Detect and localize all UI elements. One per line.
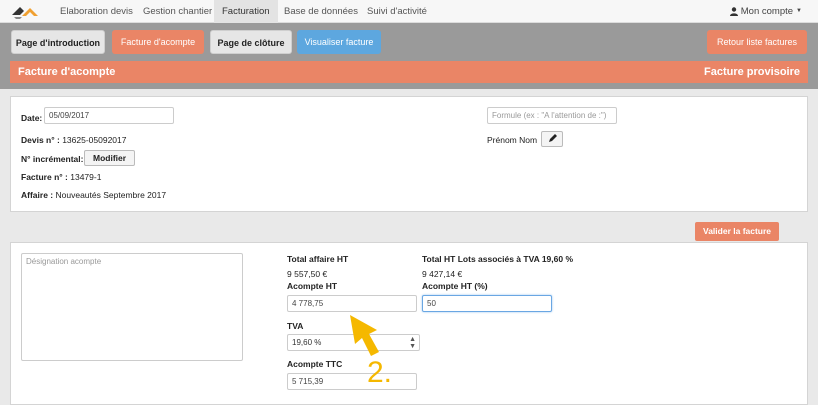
nav-tab-gestion-chantier[interactable]: Gestion chantier (135, 0, 220, 23)
pencil-icon (549, 134, 557, 142)
invoice-header-panel: Date: 05/09/2017 Devis n° : 13625-050920… (10, 96, 808, 212)
tva-selected-value: 19,60 % (292, 338, 322, 347)
page-introduction-button[interactable]: Page d'introduction (11, 30, 105, 54)
tva-label: TVA (287, 321, 304, 331)
user-icon (729, 7, 738, 16)
date-input[interactable]: 05/09/2017 (44, 107, 174, 124)
affaire-row: Affaire : Nouveautés Septembre 2017 (21, 190, 167, 200)
retour-liste-factures-button[interactable]: Retour liste factures (707, 30, 807, 54)
top-navbar: Elaboration devis Gestion chantier Factu… (0, 0, 818, 23)
formule-input[interactable]: Formule (ex : "A l'attention de :") (487, 107, 617, 124)
nav-tab-facturation[interactable]: Facturation (214, 0, 278, 23)
account-menu[interactable]: Mon compte ▼ (729, 0, 802, 23)
facture-acompte-button[interactable]: Facture d'acompte (112, 30, 204, 54)
total-lots-label: Total HT Lots associés à TVA 19,60 % (422, 254, 574, 264)
modifier-button[interactable]: Modifier (84, 150, 136, 166)
page-title-bar: Facture d'acompte Facture provisoire (10, 61, 808, 83)
annotation-number: 2. (367, 356, 392, 387)
facture-status: Facture provisoire (704, 66, 800, 78)
chevron-down-icon: ▼ (796, 8, 802, 14)
prenom-nom-label: Prénom Nom (487, 135, 538, 145)
total-affaire-label: Total affaire HT (287, 254, 349, 264)
edit-name-button[interactable] (541, 131, 563, 147)
app-logo-icon[interactable] (10, 3, 40, 20)
total-affaire-value: 9 557,50 € (287, 269, 328, 279)
nav-tab-elaboration-devis[interactable]: Elaboration devis (52, 0, 141, 23)
devis-row: Devis n° : 13625-05092017 (21, 135, 127, 145)
acompte-ht-label: Acompte HT (287, 281, 338, 291)
valider-facture-button[interactable]: Valider la facture (695, 222, 780, 241)
account-label: Mon compte (740, 6, 794, 17)
acompte-pct-input[interactable]: 50 (422, 295, 552, 312)
annotation-arrow-icon: 2. (350, 315, 392, 387)
nav-tab-suivi-activite[interactable]: Suivi d'activité (359, 0, 435, 23)
designation-textarea[interactable]: Désignation acompte (21, 253, 243, 361)
page-cloture-button[interactable]: Page de clôture (210, 30, 292, 54)
acompte-pct-label: Acompte HT (%) (422, 281, 488, 291)
total-lots-value: 9 427,14 € (422, 269, 463, 279)
acompte-ttc-label: Acompte TTC (287, 359, 343, 369)
page-title: Facture d'acompte (18, 66, 116, 78)
nav-tab-base-de-donnees[interactable]: Base de données (276, 0, 366, 23)
date-label: Date: (21, 113, 43, 123)
facture-row: Facture n° : 13479-1 (21, 172, 102, 182)
incremental-label: N° incrémental: (21, 154, 84, 164)
visualiser-facture-button[interactable]: Visualiser facture (297, 30, 381, 54)
acompte-ht-input[interactable]: 4 778,75 (287, 295, 417, 312)
